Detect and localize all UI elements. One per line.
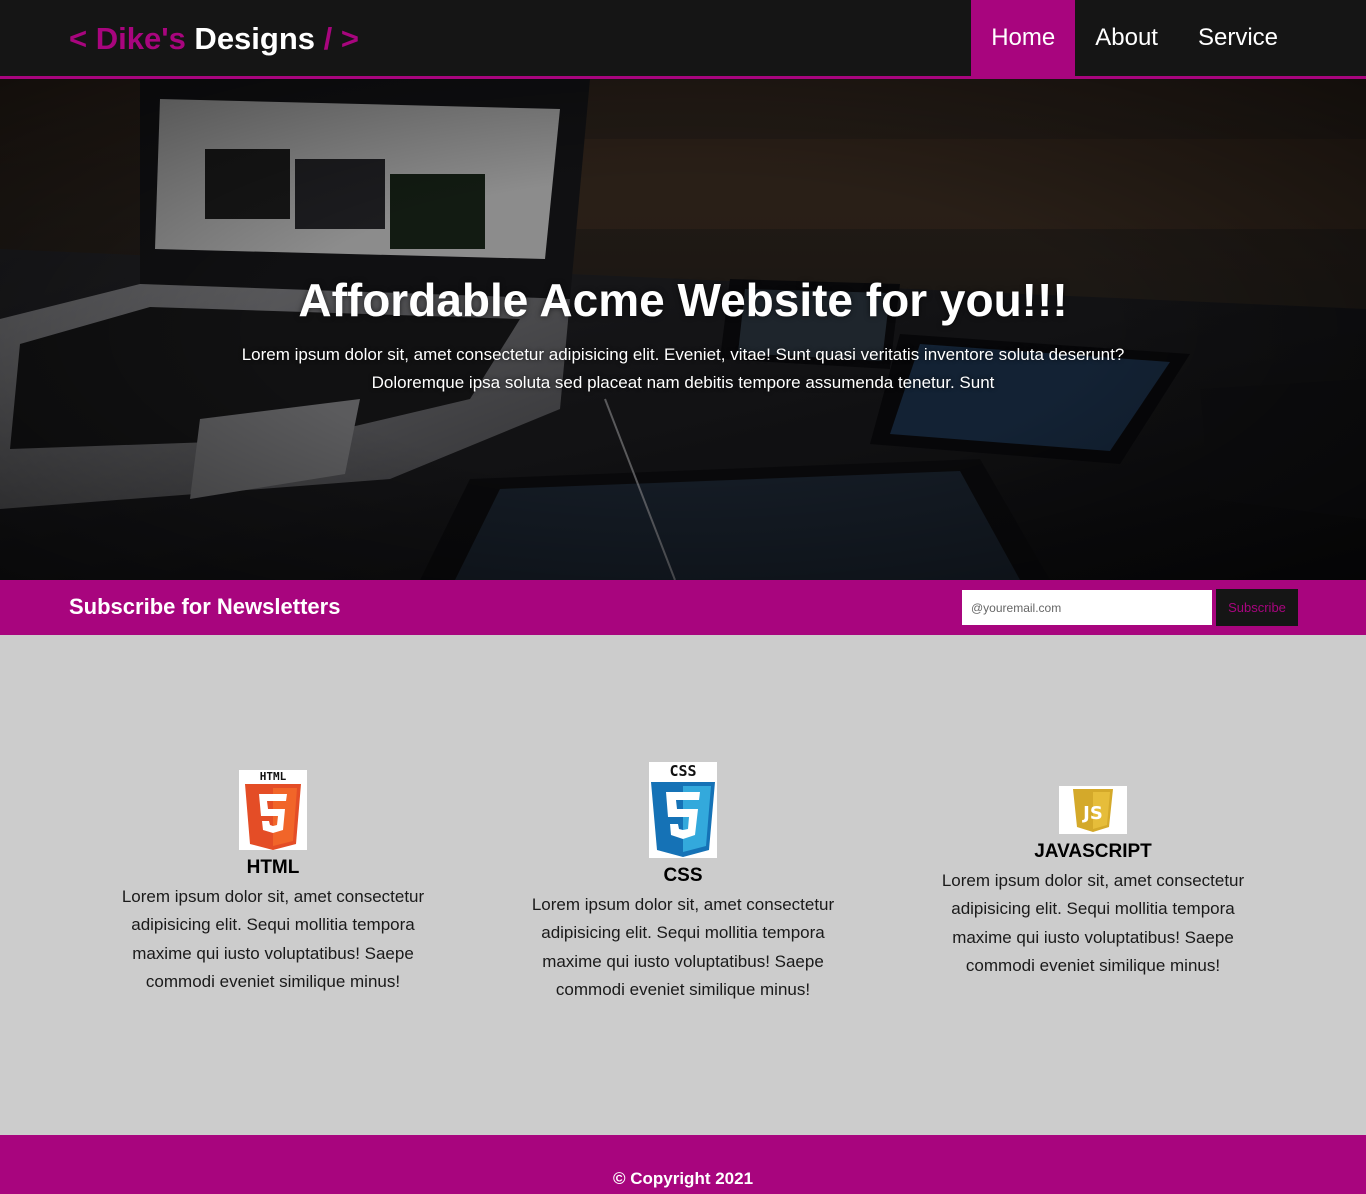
site-header: < Dike's Designs / > Home About Service xyxy=(0,0,1366,79)
css-box-title: CSS xyxy=(663,865,703,886)
hero-section: Affordable Acme Website for you!!! Lorem… xyxy=(0,79,1366,580)
site-logo[interactable]: < Dike's Designs / > xyxy=(69,20,359,58)
newsletter-title: Subscribe for Newsletters xyxy=(69,594,341,619)
html5-logo-text: HTML xyxy=(260,770,287,783)
nav-service-link[interactable]: Service xyxy=(1178,0,1298,76)
nav-home-link[interactable]: Home xyxy=(971,0,1076,76)
logo-open-bracket: < xyxy=(69,21,96,56)
css-box: CSS CSS Lorem ipsum dolor sit, amet cons… xyxy=(518,762,848,1004)
main-nav: Home About Service xyxy=(971,0,1298,76)
site-footer: © Copyright 2021 xyxy=(0,1135,1366,1194)
javascript-box: JS JAVASCRIPT Lorem ipsum dolor sit, ame… xyxy=(928,786,1258,980)
newsletter-bar: Subscribe for Newsletters Subscribe xyxy=(0,580,1366,635)
nav-about-link[interactable]: About xyxy=(1075,0,1178,76)
hero-title: Affordable Acme Website for you!!! xyxy=(298,274,1068,326)
css3-logo-text: CSS xyxy=(669,762,696,780)
hero-description: Lorem ipsum dolor sit, amet consectetur … xyxy=(241,345,1125,392)
logo-close-bracket: / > xyxy=(323,21,359,56)
html-box-text: Lorem ipsum dolor sit, amet consectetur … xyxy=(121,887,425,991)
html-box: HTML HTML Lorem ipsum dolor sit, amet co… xyxy=(108,770,438,996)
css-box-text: Lorem ipsum dolor sit, amet consectetur … xyxy=(531,895,835,999)
javascript-logo-icon: JS xyxy=(1059,786,1127,834)
copyright-text: © Copyright 2021 xyxy=(612,1169,754,1188)
hero-background-image xyxy=(0,79,1366,580)
javascript-box-text: Lorem ipsum dolor sit, amet consectetur … xyxy=(941,871,1245,975)
css3-logo-icon: CSS xyxy=(649,762,717,858)
subscribe-button[interactable]: Subscribe xyxy=(1216,589,1298,626)
html5-logo-icon: HTML xyxy=(239,770,307,850)
logo-name: Dike's xyxy=(95,21,186,56)
html-box-title: HTML xyxy=(246,857,300,878)
javascript-logo-text: JS xyxy=(1081,803,1103,824)
logo-designs: Designs xyxy=(185,21,324,56)
email-input[interactable] xyxy=(962,590,1212,625)
javascript-box-title: JAVASCRIPT xyxy=(1034,841,1152,862)
